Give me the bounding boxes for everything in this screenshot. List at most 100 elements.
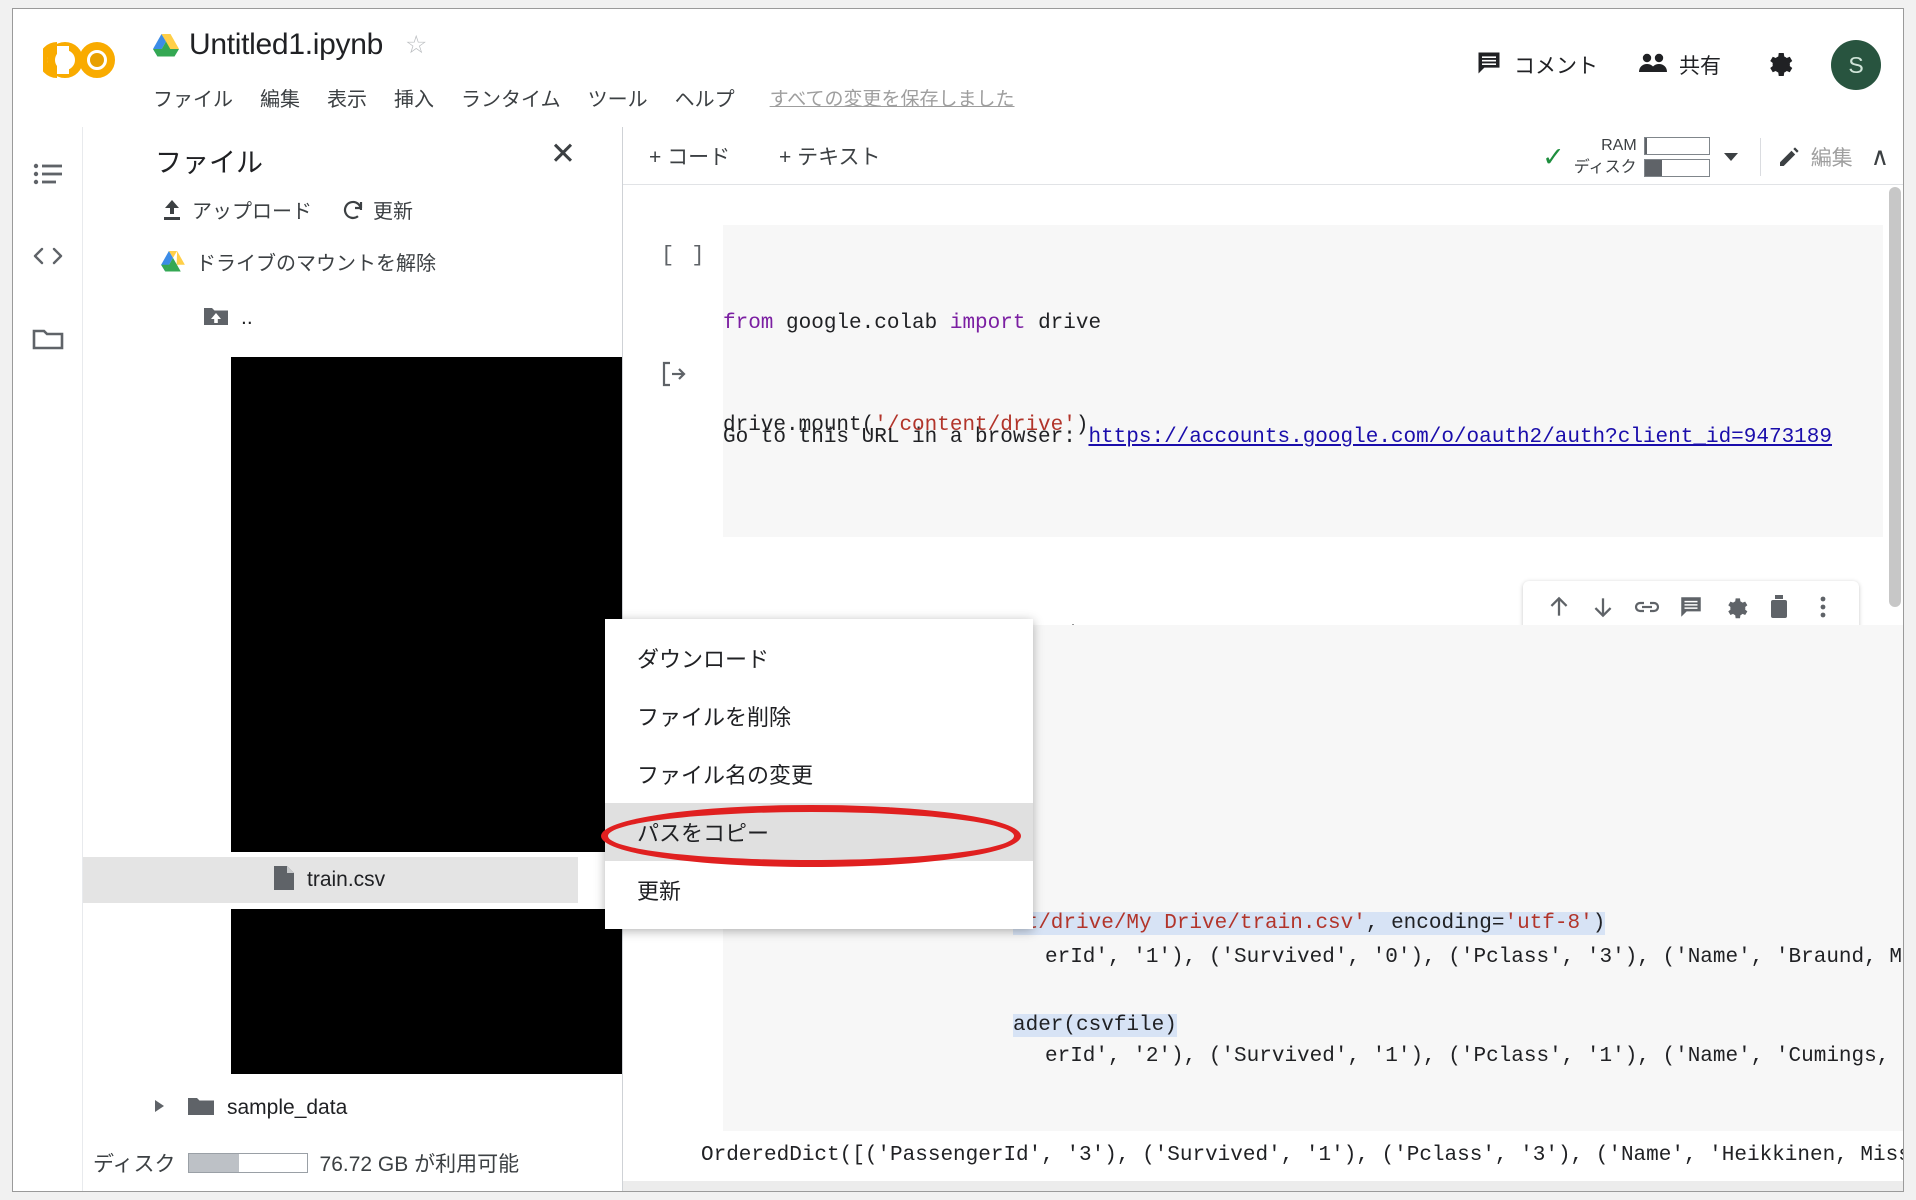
menu-tools[interactable]: ツール	[588, 83, 648, 112]
chevron-down-icon[interactable]	[1723, 153, 1738, 161]
toolbar-right-group: ✓ RAM ディスク 編集 ∧	[1542, 132, 1889, 182]
files-panel-header: ファイル ✕	[83, 127, 622, 189]
ram-gauge	[1643, 137, 1710, 155]
connected-check-icon: ✓	[1542, 141, 1565, 172]
file-icon	[273, 865, 295, 896]
redaction-block-2	[231, 909, 622, 1074]
toolbar-divider	[1759, 138, 1761, 176]
disk-label: ディスク	[93, 1153, 176, 1176]
colab-logo-icon[interactable]	[43, 37, 121, 87]
tree-row-sample-data[interactable]: sample_data	[83, 1087, 622, 1129]
tree-row-label: sample_data	[227, 1096, 348, 1119]
output-line: Go to this URL in a browser: https://acc…	[723, 426, 1832, 449]
output-horizontal-scrollbar[interactable]	[623, 1181, 1903, 1191]
upload-label: アップロード	[192, 201, 312, 223]
menu-insert[interactable]: 挿入	[394, 83, 434, 112]
upload-button[interactable]: アップロード	[161, 195, 312, 224]
collapse-toolbar-icon[interactable]: ∧	[1871, 142, 1889, 172]
settings-icon[interactable]	[1713, 594, 1757, 620]
colab-window: Untitled1.ipynb ☆ ファイル 編集 表示 挿入 ランタイム ツー…	[12, 8, 1904, 1192]
comment-button[interactable]: コメント	[1475, 49, 1598, 82]
disk-label-toolbar: ディスク	[1573, 159, 1637, 176]
pencil-icon	[1777, 145, 1801, 169]
unmount-drive-label: ドライブのマウントを解除	[196, 253, 436, 275]
menu-runtime[interactable]: ランタイム	[461, 83, 561, 112]
file-context-menu: ダウンロード ファイルを削除 ファイル名の変更 パスをコピー 更新	[605, 619, 1033, 929]
comment-label: コメント	[1514, 55, 1598, 78]
edit-button[interactable]: 編集	[1777, 142, 1853, 172]
edit-label: 編集	[1810, 147, 1853, 170]
disk-available-text: 76.72 GB が利用可能	[319, 1153, 520, 1176]
settings-button[interactable]	[1763, 48, 1793, 83]
add-text-cell-button[interactable]: + テキスト	[779, 141, 880, 171]
notebook-title[interactable]: Untitled1.ipynb	[189, 28, 383, 62]
comment-icon	[1475, 49, 1503, 82]
app-header: Untitled1.ipynb ☆ ファイル 編集 表示 挿入 ランタイム ツー…	[13, 9, 1903, 127]
code-snippets-icon[interactable]	[31, 239, 65, 273]
context-menu-item-download[interactable]: ダウンロード	[605, 629, 1033, 687]
refresh-button[interactable]: 更新	[342, 195, 413, 224]
folder-up-icon	[203, 305, 229, 332]
output-arrow-icon	[661, 361, 687, 394]
star-icon[interactable]: ☆	[405, 32, 427, 58]
menu-help[interactable]: ヘルプ	[675, 83, 735, 112]
context-menu-item-refresh[interactable]: 更新	[605, 861, 1033, 919]
save-status-link[interactable]: すべての変更を保存しました	[770, 84, 1015, 111]
refresh-label: 更新	[373, 201, 413, 223]
screenshot-root: Untitled1.ipynb ☆ ファイル 編集 表示 挿入 ランタイム ツー…	[0, 0, 1916, 1200]
refresh-icon	[342, 199, 364, 221]
header-actions: コメント 共有 S	[1435, 35, 1881, 95]
code-line: from google.colab import drive	[723, 312, 1102, 335]
files-panel: ファイル ✕ アップロード 更新 ドライブのマウントを解除 .. train.c…	[83, 127, 623, 1191]
google-drive-icon	[153, 33, 179, 57]
file-tree: .. train.csv g	[83, 297, 622, 1133]
disk-progress-fill	[188, 1154, 240, 1172]
toc-icon[interactable]	[31, 157, 65, 191]
context-menu-item-rename-file[interactable]: ファイル名の変更	[605, 745, 1033, 803]
tree-row-train-csv[interactable]: train.csv	[83, 857, 578, 903]
google-drive-icon-small	[161, 251, 185, 272]
delete-icon[interactable]	[1757, 594, 1801, 620]
output-gutter	[661, 361, 717, 394]
move-down-icon[interactable]	[1581, 594, 1625, 620]
resource-usage-indicator[interactable]: ✓ RAM ディスク	[1542, 135, 1738, 179]
chevron-right-icon[interactable]	[155, 1100, 164, 1112]
menu-edit[interactable]: 編集	[260, 83, 300, 112]
link-icon[interactable]	[1625, 594, 1669, 620]
left-icon-rail	[13, 127, 83, 1191]
output-line: OrderedDict([('PassengerId', '3'), ('Sur…	[701, 1144, 1903, 1167]
unmount-drive-button[interactable]: ドライブのマウントを解除	[161, 247, 436, 276]
people-icon	[1638, 51, 1668, 80]
output-line: erId', '1'), ('Survived', '0'), ('Pclass…	[1045, 946, 1903, 969]
upload-icon	[161, 199, 183, 221]
files-icon[interactable]	[31, 321, 65, 355]
move-up-icon[interactable]	[1537, 594, 1581, 620]
more-vert-icon[interactable]	[1801, 594, 1845, 620]
add-code-cell-button[interactable]: + コード	[649, 141, 730, 171]
menu-file[interactable]: ファイル	[153, 83, 233, 112]
files-panel-title: ファイル	[155, 148, 263, 178]
comment-icon[interactable]	[1669, 594, 1713, 620]
tree-row-parent[interactable]: ..	[83, 297, 622, 339]
close-icon[interactable]: ✕	[550, 138, 576, 169]
folder-icon	[187, 1095, 215, 1122]
context-menu-item-delete-file[interactable]: ファイルを削除	[605, 687, 1033, 745]
notebook-title-row: Untitled1.ipynb ☆	[153, 21, 427, 69]
notebook-vertical-scrollbar[interactable]	[1889, 187, 1901, 607]
avatar[interactable]: S	[1831, 40, 1881, 90]
resource-gauges: RAM ディスク	[1574, 135, 1710, 179]
gear-icon	[1763, 52, 1793, 82]
output-line: erId', '2'), ('Survived', '1'), ('Pclass…	[1045, 1045, 1903, 1068]
auth-url-link[interactable]: https://accounts.google.com/o/oauth2/aut…	[1088, 426, 1832, 449]
red-ellipse-annotation	[601, 805, 1021, 867]
disk-progress	[187, 1153, 308, 1173]
disk-usage-bar: ディスク 76.72 GB が利用可能	[83, 1135, 622, 1191]
menu-view[interactable]: 表示	[327, 83, 367, 112]
tree-row-label: ..	[241, 306, 253, 329]
ram-label: RAM	[1601, 137, 1637, 154]
notebook-toolbar: + コード + テキスト ✓ RAM ディスク 編集 ∧	[623, 127, 1903, 185]
cell-1-gutter: [ ]	[661, 243, 717, 268]
cell-prompt: [ ]	[661, 243, 707, 268]
share-button[interactable]: 共有	[1638, 50, 1721, 80]
